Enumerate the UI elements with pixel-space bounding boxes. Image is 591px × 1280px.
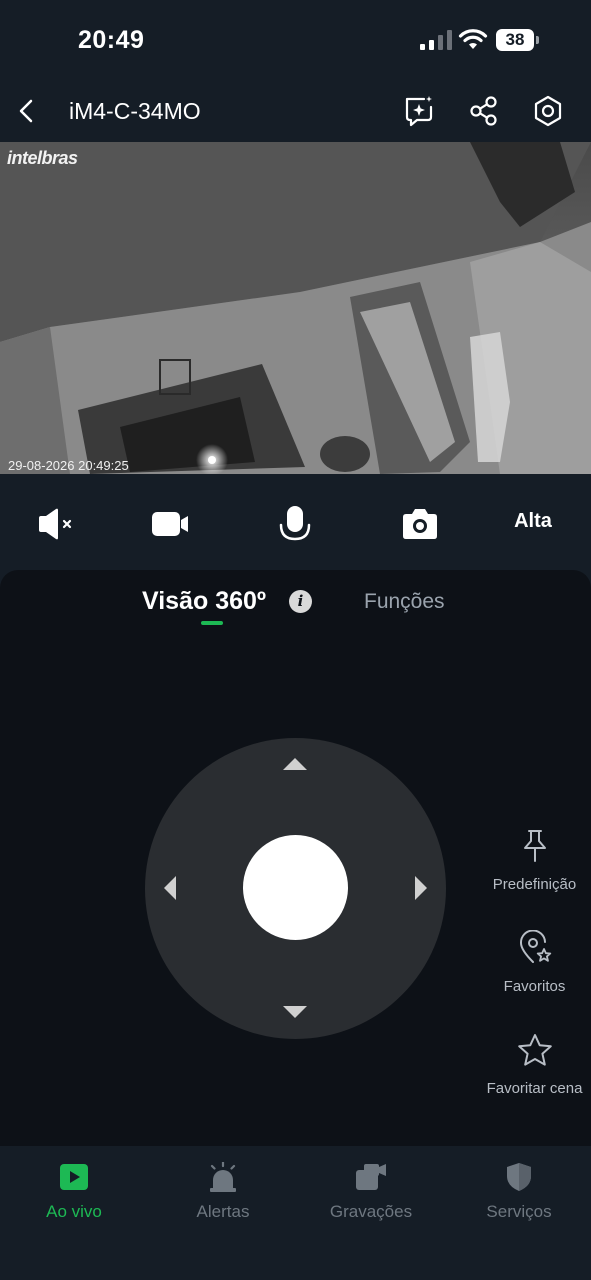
speaker-muted-icon[interactable] [35, 504, 75, 544]
nav-live[interactable]: Ao vivo [14, 1162, 134, 1222]
live-video-feed[interactable]: intelbras 29-08-2026 20:49:25 [0, 142, 591, 474]
battery-level: 38 [505, 30, 525, 49]
favorite-scene-button[interactable]: Favoritar cena [478, 1032, 591, 1097]
record-video-icon[interactable] [150, 504, 190, 544]
device-title: iM4-C-34MO [69, 98, 201, 124]
status-bar: 20:49 38 [0, 0, 591, 80]
pan-right-arrow-icon[interactable] [415, 876, 427, 900]
nav-alerts-label: Alertas [196, 1202, 250, 1221]
camera-scene [0, 142, 591, 474]
wifi-icon [458, 29, 488, 49]
info-icon[interactable]: i [289, 590, 312, 613]
settings-hexagon-icon[interactable] [531, 94, 565, 128]
favorite-scene-label: Favoritar cena [486, 1080, 583, 1097]
playback-controls: Alta [0, 474, 591, 570]
status-time: 20:49 [78, 26, 145, 54]
bottom-navigation: Ao vivo Alertas Gravações Serviços [0, 1146, 591, 1280]
favorites-button[interactable]: Favoritos [478, 930, 591, 995]
battery-icon: 38 [496, 29, 540, 51]
pin-icon [523, 830, 546, 862]
top-app-bar: iM4-C-34MO [0, 80, 591, 142]
shield-icon [507, 1163, 531, 1191]
pan-down-arrow-icon[interactable] [283, 1006, 307, 1018]
nav-services-label: Serviços [486, 1202, 552, 1221]
live-play-icon [60, 1164, 88, 1190]
joystick-knob[interactable] [243, 835, 348, 940]
back-arrow-icon[interactable] [12, 94, 42, 128]
ptz-joystick[interactable] [145, 738, 446, 1039]
nav-recordings[interactable]: Gravações [311, 1162, 431, 1222]
share-icon[interactable] [467, 94, 501, 128]
ai-message-icon[interactable] [402, 94, 436, 128]
pan-left-arrow-icon[interactable] [164, 876, 176, 900]
recordings-icon [356, 1164, 386, 1190]
camera-brand-watermark: intelbras [7, 148, 78, 168]
video-quality-toggle[interactable]: Alta [503, 510, 563, 533]
siren-icon [210, 1162, 236, 1192]
star-icon [517, 1034, 552, 1066]
preset-label: Predefinição [492, 876, 577, 893]
active-tab-indicator [201, 621, 223, 625]
nav-live-label: Ao vivo [46, 1202, 102, 1221]
video-timestamp: 29-08-2026 20:49:25 [8, 458, 129, 473]
tab-vision-360[interactable]: Visão 360º [142, 587, 266, 616]
snapshot-camera-icon[interactable] [400, 504, 440, 544]
favorites-label: Favoritos [503, 978, 566, 995]
location-star-icon [519, 930, 551, 963]
pan-up-arrow-icon[interactable] [283, 758, 307, 770]
microphone-icon[interactable] [275, 504, 315, 544]
nav-recordings-label: Gravações [329, 1202, 413, 1221]
nav-services[interactable]: Serviços [459, 1162, 579, 1222]
tab-functions[interactable]: Funções [364, 590, 445, 614]
cellular-signal-icon [420, 30, 452, 50]
ptz-panel: Visão 360º i Funções Predefinição Favori… [0, 570, 591, 1146]
preset-button[interactable]: Predefinição [478, 828, 591, 893]
nav-alerts[interactable]: Alertas [163, 1162, 283, 1222]
